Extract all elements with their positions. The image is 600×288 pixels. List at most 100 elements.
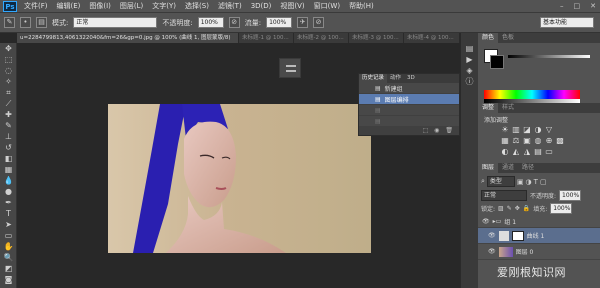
menu-view[interactable]: 视图(V)	[280, 0, 304, 13]
lock-brush-icon[interactable]: ✎	[507, 205, 512, 212]
actions-panel-icon[interactable]: ▶	[461, 54, 478, 65]
flow-input[interactable]: 100%	[266, 17, 293, 28]
eye-icon[interactable]: 👁	[488, 232, 496, 239]
quick-select-tool-icon[interactable]: ✧	[0, 76, 17, 87]
history-brush-tool-icon[interactable]: ↺	[0, 142, 17, 153]
pen-tool-icon[interactable]: ✒	[0, 197, 17, 208]
lock-pixels-icon[interactable]: ▨	[498, 205, 504, 212]
brush-preset-icon[interactable]: •	[20, 17, 31, 28]
lock-all-icon[interactable]: 🔒	[523, 205, 530, 212]
zoom-tool-icon[interactable]: 🔍	[0, 252, 17, 263]
eye-icon[interactable]: 👁	[488, 248, 496, 255]
blur-tool-icon[interactable]: 💧	[0, 175, 17, 186]
maximize-button[interactable]: □	[574, 0, 581, 13]
background-swatch[interactable]	[490, 55, 504, 69]
fill-input[interactable]: 100%	[550, 203, 573, 214]
lock-move-icon[interactable]: ✥	[515, 205, 520, 212]
brush-tool-icon[interactable]: ✎	[0, 120, 17, 131]
snapshot-icon[interactable]: ◉	[434, 126, 439, 135]
curves-icon[interactable]: ◪	[522, 125, 532, 134]
tab-3d[interactable]: 3D	[404, 74, 418, 83]
info-panel-icon[interactable]: ⓘ	[461, 76, 478, 87]
layer-filter-select[interactable]: 类型	[486, 176, 515, 187]
history-panel-icon[interactable]: ▤	[461, 43, 478, 54]
brightness-icon[interactable]: ☀	[500, 125, 510, 134]
menu-image[interactable]: 图像(I)	[89, 0, 111, 13]
tab-color[interactable]: 颜色	[478, 33, 499, 43]
tab-channels[interactable]: 通道	[498, 163, 518, 173]
foreground-background-color-icon[interactable]: ◩	[0, 263, 17, 274]
vibrance-icon[interactable]: ▽	[544, 125, 554, 134]
channel-mixer-icon[interactable]: ⊕	[544, 136, 554, 145]
dodge-tool-icon[interactable]: ●	[0, 186, 17, 197]
tab-actions[interactable]: 动作	[387, 74, 404, 83]
exposure-icon[interactable]: ◑	[533, 125, 543, 134]
filter-type-icon[interactable]: T	[534, 178, 538, 186]
threshold-icon[interactable]: ◮	[522, 147, 532, 156]
marquee-tool-icon[interactable]: ⬚	[0, 54, 17, 65]
eraser-tool-icon[interactable]: ◧	[0, 153, 17, 164]
opacity-input[interactable]: 100%	[197, 17, 224, 28]
history-item[interactable]: ▤	[359, 105, 459, 116]
tab-untitled-4[interactable]: 未标题-4 @ 100...	[404, 33, 460, 43]
tab-adjustments[interactable]: 调整	[478, 103, 499, 113]
lasso-tool-icon[interactable]: ◌	[0, 65, 17, 76]
layer-opacity-input[interactable]: 100%	[559, 190, 582, 201]
menu-window[interactable]: 窗口(W)	[314, 0, 340, 13]
layer-row[interactable]: 👁 图层 0	[478, 244, 600, 260]
menu-layer[interactable]: 图层(L)	[120, 0, 143, 13]
tab-layers[interactable]: 图层	[478, 163, 499, 173]
stamp-tool-icon[interactable]: ⊥	[0, 131, 17, 142]
history-item[interactable]: ▤ 图层编排	[359, 94, 459, 105]
menu-type[interactable]: 文字(Y)	[152, 0, 176, 13]
workspace-select[interactable]: 基本功能	[540, 17, 594, 28]
3d-panel-icon[interactable]: ◈	[461, 65, 478, 76]
color-balance-icon[interactable]: ⚖	[511, 136, 521, 145]
close-button[interactable]: ✕	[590, 0, 596, 13]
tab-history[interactable]: 历史记录	[359, 74, 388, 83]
tab-active-document[interactable]: u=2284799813,4061322040&fm=26&gp=0.jpg @…	[17, 33, 239, 43]
menu-select[interactable]: 选择(S)	[185, 0, 209, 13]
new-document-icon[interactable]: ⬚	[422, 126, 428, 135]
menu-edit[interactable]: 编辑(E)	[57, 0, 81, 13]
hand-tool-icon[interactable]: ✋	[0, 241, 17, 252]
healing-tool-icon[interactable]: ✚	[0, 109, 17, 120]
gradient-map-icon[interactable]: ▭	[544, 147, 554, 156]
layer-row[interactable]: 👁 ▸▭ 组 1	[478, 216, 600, 228]
eyedropper-tool-icon[interactable]: ⟋	[0, 98, 17, 109]
pressure-size-icon[interactable]: ⊘	[313, 17, 325, 28]
tab-untitled-3[interactable]: 未标题-3 @ 100...	[349, 33, 404, 43]
pressure-opacity-icon[interactable]: ⊘	[228, 17, 240, 28]
tab-untitled-1[interactable]: 未标题-1 @ 100...	[239, 33, 294, 43]
layer-mask-thumbnail[interactable]	[511, 230, 524, 241]
tab-swatches[interactable]: 色板	[498, 33, 518, 43]
color-spectrum[interactable]	[484, 90, 580, 99]
brush-tool-icon[interactable]: ✎	[4, 17, 15, 28]
levels-icon[interactable]: ▥	[511, 125, 521, 134]
move-tool-icon[interactable]: ✥	[0, 43, 17, 54]
minimize-button[interactable]: –	[560, 0, 564, 13]
black-white-icon[interactable]: ▣	[522, 136, 532, 145]
filter-shape-icon[interactable]: ▢	[540, 178, 547, 186]
eye-icon[interactable]: 👁	[482, 218, 490, 225]
hue-saturation-icon[interactable]: ▦	[500, 136, 510, 145]
quick-mask-icon[interactable]: ◙	[0, 274, 17, 285]
shape-tool-icon[interactable]: ▭	[0, 230, 17, 241]
blend-mode-select[interactable]: 正常	[481, 190, 527, 201]
tab-untitled-2[interactable]: 未标题-2 @ 100...	[294, 33, 349, 43]
photo-filter-icon[interactable]: ◍	[533, 136, 543, 145]
trash-icon[interactable]: 🗑	[445, 126, 453, 135]
mode-select[interactable]: 正常	[73, 17, 158, 28]
tab-styles[interactable]: 样式	[498, 103, 518, 113]
history-item[interactable]: ▤ 新建组	[359, 83, 459, 94]
brightness-slider[interactable]	[508, 55, 590, 58]
menu-3d[interactable]: 3D(D)	[251, 0, 272, 13]
invert-icon[interactable]: ◐	[500, 147, 510, 156]
tab-paths[interactable]: 路径	[518, 163, 538, 173]
type-tool-icon[interactable]: T	[0, 208, 17, 219]
color-lookup-icon[interactable]: ▩	[555, 136, 565, 145]
menu-filter[interactable]: 滤镜(T)	[218, 0, 242, 13]
posterize-icon[interactable]: ◭	[511, 147, 521, 156]
layer-row[interactable]: 👁 曲线 1	[478, 228, 600, 244]
gradient-tool-icon[interactable]: ▦	[0, 164, 17, 175]
